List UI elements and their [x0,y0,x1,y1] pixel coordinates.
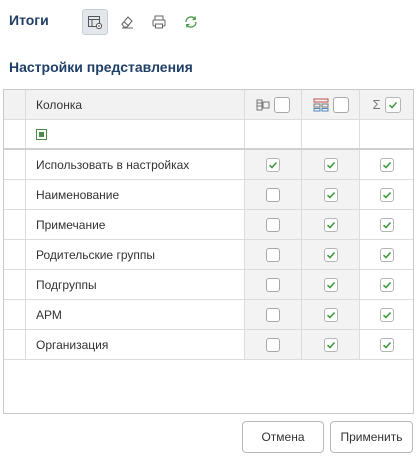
clear-button[interactable] [114,9,140,35]
row-label: Примечание [26,210,245,239]
check-icon [382,281,391,289]
row-c4-checkbox[interactable] [379,307,394,322]
apply-button[interactable]: Применить [330,421,413,453]
row-indicator [4,240,26,269]
panel-title: Итоги [9,12,49,28]
grid-settings-button[interactable] [82,9,108,35]
row-indicator [4,330,26,359]
check-icon [326,161,335,169]
row-c4-checkbox[interactable] [379,217,394,232]
header-col4-checkbox[interactable] [384,96,401,113]
settings-grid: Колонка Σ Использовать в настройках Наим… [3,89,414,414]
check-icon [326,281,335,289]
check-icon [326,341,335,349]
check-icon [326,191,335,199]
row-c4-checkbox[interactable] [379,247,394,262]
print-button[interactable] [146,9,172,35]
header-col3-checkbox[interactable] [332,96,349,113]
row-label: АРМ [26,300,245,329]
table-row: Использовать в настройках [4,150,413,180]
sigma-icon: Σ [372,97,381,112]
check-icon [326,221,335,229]
row-c4-checkbox[interactable] [379,277,394,292]
group-columns-icon [313,98,328,111]
row-c3-checkbox[interactable] [323,157,338,172]
refresh-icon [185,16,197,28]
row-c2-checkbox[interactable] [266,337,280,352]
toolbar [82,9,204,35]
row-indicator [4,210,26,239]
row-label: Родительские группы [26,240,245,269]
row-c4-checkbox[interactable] [379,187,394,202]
check-icon [382,161,391,169]
row-c3-checkbox[interactable] [323,337,338,352]
row-c2-checkbox[interactable] [266,187,280,202]
header-col2-checkbox[interactable] [274,96,290,113]
group-rows-icon [256,99,270,110]
row-indicator [4,150,26,179]
table-row: Примечание [4,210,413,240]
row-indicator [4,180,26,209]
row-c2-checkbox[interactable] [266,157,280,172]
row-c3-checkbox[interactable] [323,187,338,202]
refresh-button[interactable] [178,9,204,35]
eraser-icon [121,16,133,29]
check-icon [382,311,391,319]
row-c2-checkbox[interactable] [266,307,280,322]
cancel-button[interactable]: Отмена [242,421,324,453]
row-c2-checkbox[interactable] [266,247,280,262]
row-label: Подгруппы [26,270,245,299]
row-c3-checkbox[interactable] [323,247,338,262]
table-row: АРМ [4,300,413,330]
row-label: Наименование [26,180,245,209]
check-icon [268,161,278,169]
table-row: Подгруппы [4,270,413,300]
row-c2-checkbox[interactable] [266,217,280,232]
column-header-label: Колонка [26,90,245,119]
section-title: Настройки представления [9,59,193,75]
check-icon [382,341,391,349]
grid-header: Колонка Σ [4,90,413,120]
filter-checkbox[interactable] [36,128,47,140]
printer-icon [152,15,166,29]
row-c4-checkbox[interactable] [379,337,394,352]
table-row: Родительские группы [4,240,413,270]
grid-settings-icon [88,16,103,30]
row-label: Организация [26,330,245,359]
row-c4-checkbox[interactable] [379,157,394,172]
row-c3-checkbox[interactable] [323,307,338,322]
check-icon [382,251,391,259]
check-icon [326,311,335,319]
check-icon [382,191,391,199]
row-c3-checkbox[interactable] [323,217,338,232]
check-icon [382,221,391,229]
filter-row [4,120,413,148]
row-indicator [4,270,26,299]
check-icon [326,251,335,259]
row-indicator [4,300,26,329]
row-label: Использовать в настройках [26,150,245,179]
check-icon [388,101,397,109]
table-row: Наименование [4,180,413,210]
row-c2-checkbox[interactable] [266,277,280,292]
row-c3-checkbox[interactable] [323,277,338,292]
table-row: Организация [4,330,413,360]
